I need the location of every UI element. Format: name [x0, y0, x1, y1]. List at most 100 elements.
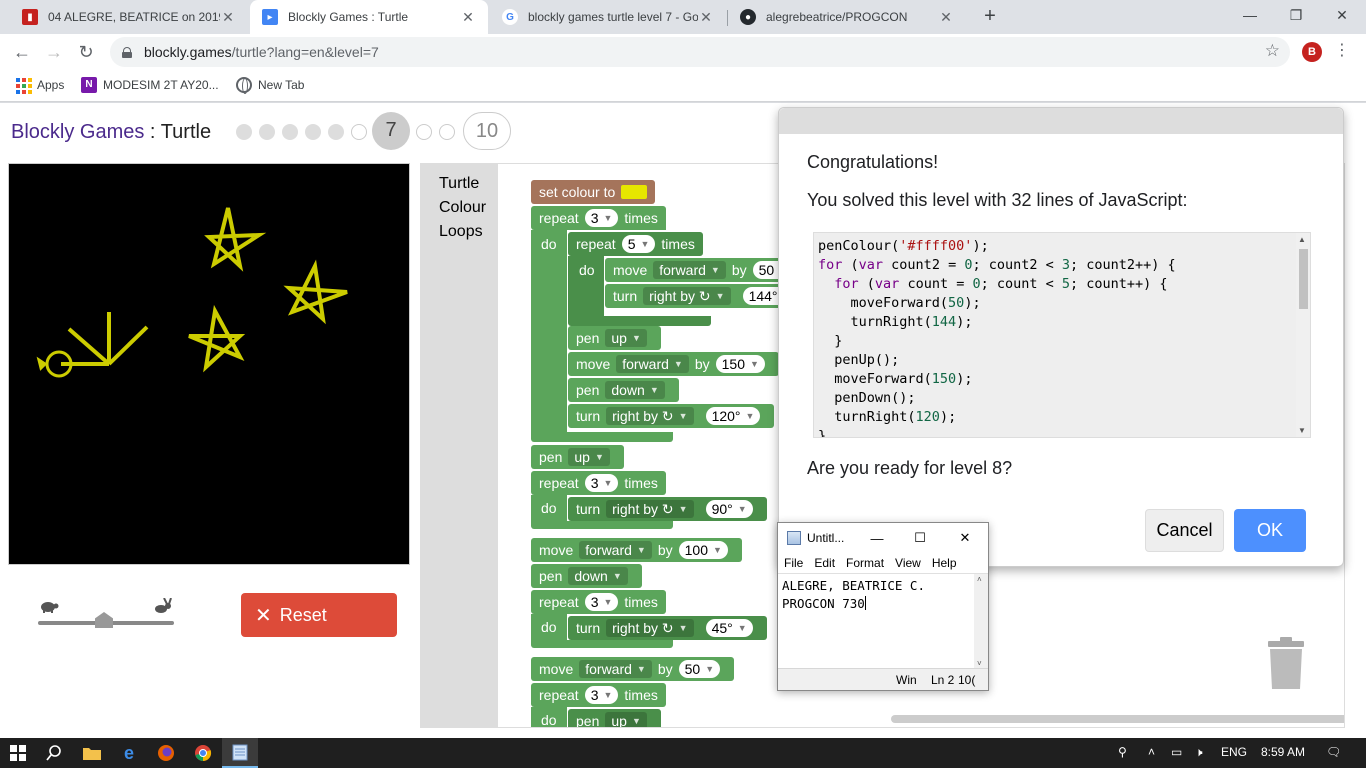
pen-state-dropdown[interactable]: down ▼ [568, 567, 628, 585]
bookmark-star-icon[interactable]: ☆ [1265, 41, 1280, 61]
tab-github[interactable]: ● alegrebeatrice/PROGCON ✕ [728, 0, 966, 34]
menu-file[interactable]: File [784, 556, 803, 570]
turn-direction-dropdown[interactable]: right by ↻ ▼ [643, 287, 731, 305]
tab-blockly-turtle[interactable]: ▸ Blockly Games : Turtle ✕ [250, 0, 488, 34]
maximize-icon[interactable]: ☐ [898, 530, 942, 546]
pen-state-dropdown[interactable]: down ▼ [605, 381, 665, 399]
pen-block[interactable]: pen up ▼ [531, 445, 624, 469]
direction-dropdown[interactable]: forward ▼ [579, 660, 652, 678]
pen-state-dropdown[interactable]: up ▼ [605, 712, 647, 727]
repeat-count-field[interactable]: 5 ▼ [621, 235, 656, 253]
set-colour-block[interactable]: set colour to [531, 180, 656, 204]
angle-field[interactable]: 45° ▼ [705, 619, 753, 637]
cancel-button[interactable]: Cancel [1145, 509, 1224, 552]
scroll-up-icon[interactable]: ▲ [1298, 235, 1306, 244]
move-block[interactable]: move forward ▼ by 100 ▼ [531, 538, 742, 562]
code-scrollbar[interactable]: ▲ ▼ [1296, 233, 1310, 437]
repeat-block[interactable]: repeat 3 ▼ times [531, 683, 666, 707]
notifications-icon[interactable]: 🗨 [1326, 745, 1341, 759]
edge-button[interactable]: e [111, 738, 147, 768]
turn-direction-dropdown[interactable]: right by ↻ ▼ [606, 407, 694, 425]
repeat-block[interactable]: repeat 5 ▼ times [568, 232, 703, 256]
turn-direction-dropdown[interactable]: right by ↻ ▼ [606, 619, 694, 637]
close-tab-icon[interactable]: ✕ [938, 9, 954, 26]
direction-dropdown[interactable]: forward ▼ [653, 261, 726, 279]
level-2-dot[interactable] [259, 124, 275, 140]
dialog-header[interactable] [779, 108, 1343, 134]
close-tab-icon[interactable]: ✕ [698, 9, 714, 26]
repeat-block[interactable]: repeat 3 ▼ times [531, 471, 666, 495]
angle-field[interactable]: 120° ▼ [705, 407, 761, 425]
repeat-block[interactable]: repeat 3 ▼ times [531, 590, 666, 614]
notepad-titlebar[interactable]: Untitl... — ☐ ✕ [778, 523, 988, 553]
level-9-dot[interactable] [439, 124, 455, 140]
pen-state-dropdown[interactable]: up ▼ [568, 448, 610, 466]
ok-button[interactable]: OK [1234, 509, 1306, 552]
repeat-count-field[interactable]: 3 ▼ [584, 593, 619, 611]
workspace-horizontal-scrollbar[interactable] [891, 715, 1344, 723]
turn-block[interactable]: turn right by ↻ ▼ 120° ▼ [568, 404, 775, 428]
pen-state-dropdown[interactable]: up ▼ [605, 329, 647, 347]
turn-block[interactable]: turn right by ↻ ▼ 45° ▼ [568, 616, 767, 640]
menu-format[interactable]: Format [846, 556, 884, 570]
repeat-count-field[interactable]: 3 ▼ [584, 474, 619, 492]
bookmark-new-tab[interactable]: New Tab [236, 77, 304, 94]
current-level-badge[interactable]: 7 [372, 112, 410, 150]
direction-dropdown[interactable]: forward ▼ [579, 541, 652, 559]
scroll-down-icon[interactable]: ▼ [1298, 426, 1306, 435]
level-4-dot[interactable] [305, 124, 321, 140]
forward-button[interactable]: → [41, 40, 67, 64]
notepad-text-area[interactable]: ALEGRE, BEATRICE C. PROGCON 730 ˄ ˅ [778, 573, 988, 669]
turn-direction-dropdown[interactable]: right by ↻ ▼ [606, 500, 694, 518]
search-button[interactable] [36, 738, 72, 768]
slider-knob[interactable] [95, 612, 113, 628]
minimize-icon[interactable]: — [856, 531, 898, 546]
close-icon[interactable]: ✕ [942, 530, 988, 546]
scroll-up-icon[interactable]: ˄ [977, 575, 982, 584]
move-block[interactable]: move forward▼ by 50▼ [531, 657, 735, 681]
chrome-menu-icon[interactable]: ⋮ [1334, 40, 1350, 60]
firefox-button[interactable] [148, 738, 184, 768]
level-3-dot[interactable] [282, 124, 298, 140]
javascript-code-box[interactable]: penColour('#ffff00'); for (var count2 = 0… [813, 232, 1311, 438]
turn-block[interactable]: turn right by ↻ ▼ 90° ▼ [568, 497, 767, 521]
tab-classroom[interactable]: ▮ 04 ALEGRE, BEATRICE on 2019T2 ✕ [10, 0, 248, 34]
clock[interactable]: 8:59 AM [1261, 745, 1305, 759]
pen-block[interactable]: pen down ▼ [531, 564, 642, 588]
profile-avatar[interactable]: B [1302, 42, 1322, 62]
code-scroll-thumb[interactable] [1299, 249, 1308, 309]
angle-field[interactable]: 90° ▼ [705, 500, 753, 518]
toolbox-category-loops[interactable]: Loops [421, 220, 498, 244]
tab-google-search[interactable]: G blockly games turtle level 7 - Goo ✕ [490, 0, 726, 34]
start-button[interactable] [0, 738, 36, 768]
toolbox-category-colour[interactable]: Colour [421, 196, 498, 220]
volume-muted-icon[interactable]: 🕨 [1195, 745, 1203, 760]
pen-block[interactable]: pen up ▼ [568, 326, 661, 350]
level-5-dot[interactable] [328, 124, 344, 140]
address-bar[interactable]: blockly.games/turtle?lang=en&level=7 ☆ [110, 37, 1290, 67]
reset-button[interactable]: ✕ Reset [241, 593, 397, 637]
bookmark-apps[interactable]: Apps [15, 77, 64, 94]
toolbox-category-turtle[interactable]: Turtle [421, 172, 498, 196]
close-tab-icon[interactable]: ✕ [220, 9, 236, 26]
input-language[interactable]: ENG [1221, 745, 1247, 759]
file-explorer-button[interactable] [74, 738, 110, 768]
distance-field[interactable]: 50▼ [678, 660, 721, 678]
colour-swatch[interactable] [621, 185, 648, 199]
menu-view[interactable]: View [895, 556, 921, 570]
distance-field[interactable]: 150 ▼ [715, 355, 765, 373]
lock-icon[interactable] [122, 46, 132, 58]
repeat-block[interactable]: repeat 3 ▼ times [531, 206, 666, 230]
repeat-count-field[interactable]: 3 ▼ [584, 209, 619, 227]
level-1-dot[interactable] [236, 124, 252, 140]
speed-slider[interactable] [36, 598, 180, 628]
bookmark-modesim[interactable]: N MODESIM 2T AY20... [81, 77, 219, 93]
last-level-badge[interactable]: 10 [463, 112, 511, 150]
menu-help[interactable]: Help [932, 556, 957, 570]
close-tab-icon[interactable]: ✕ [460, 9, 476, 26]
level-6-dot[interactable] [351, 124, 367, 140]
people-icon[interactable]: ⚲ [1118, 745, 1127, 759]
minimize-window-button[interactable]: — [1227, 0, 1273, 30]
move-block[interactable]: move forward ▼ by 150 ▼ [568, 352, 779, 376]
repeat-count-field[interactable]: 3 ▼ [584, 686, 619, 704]
